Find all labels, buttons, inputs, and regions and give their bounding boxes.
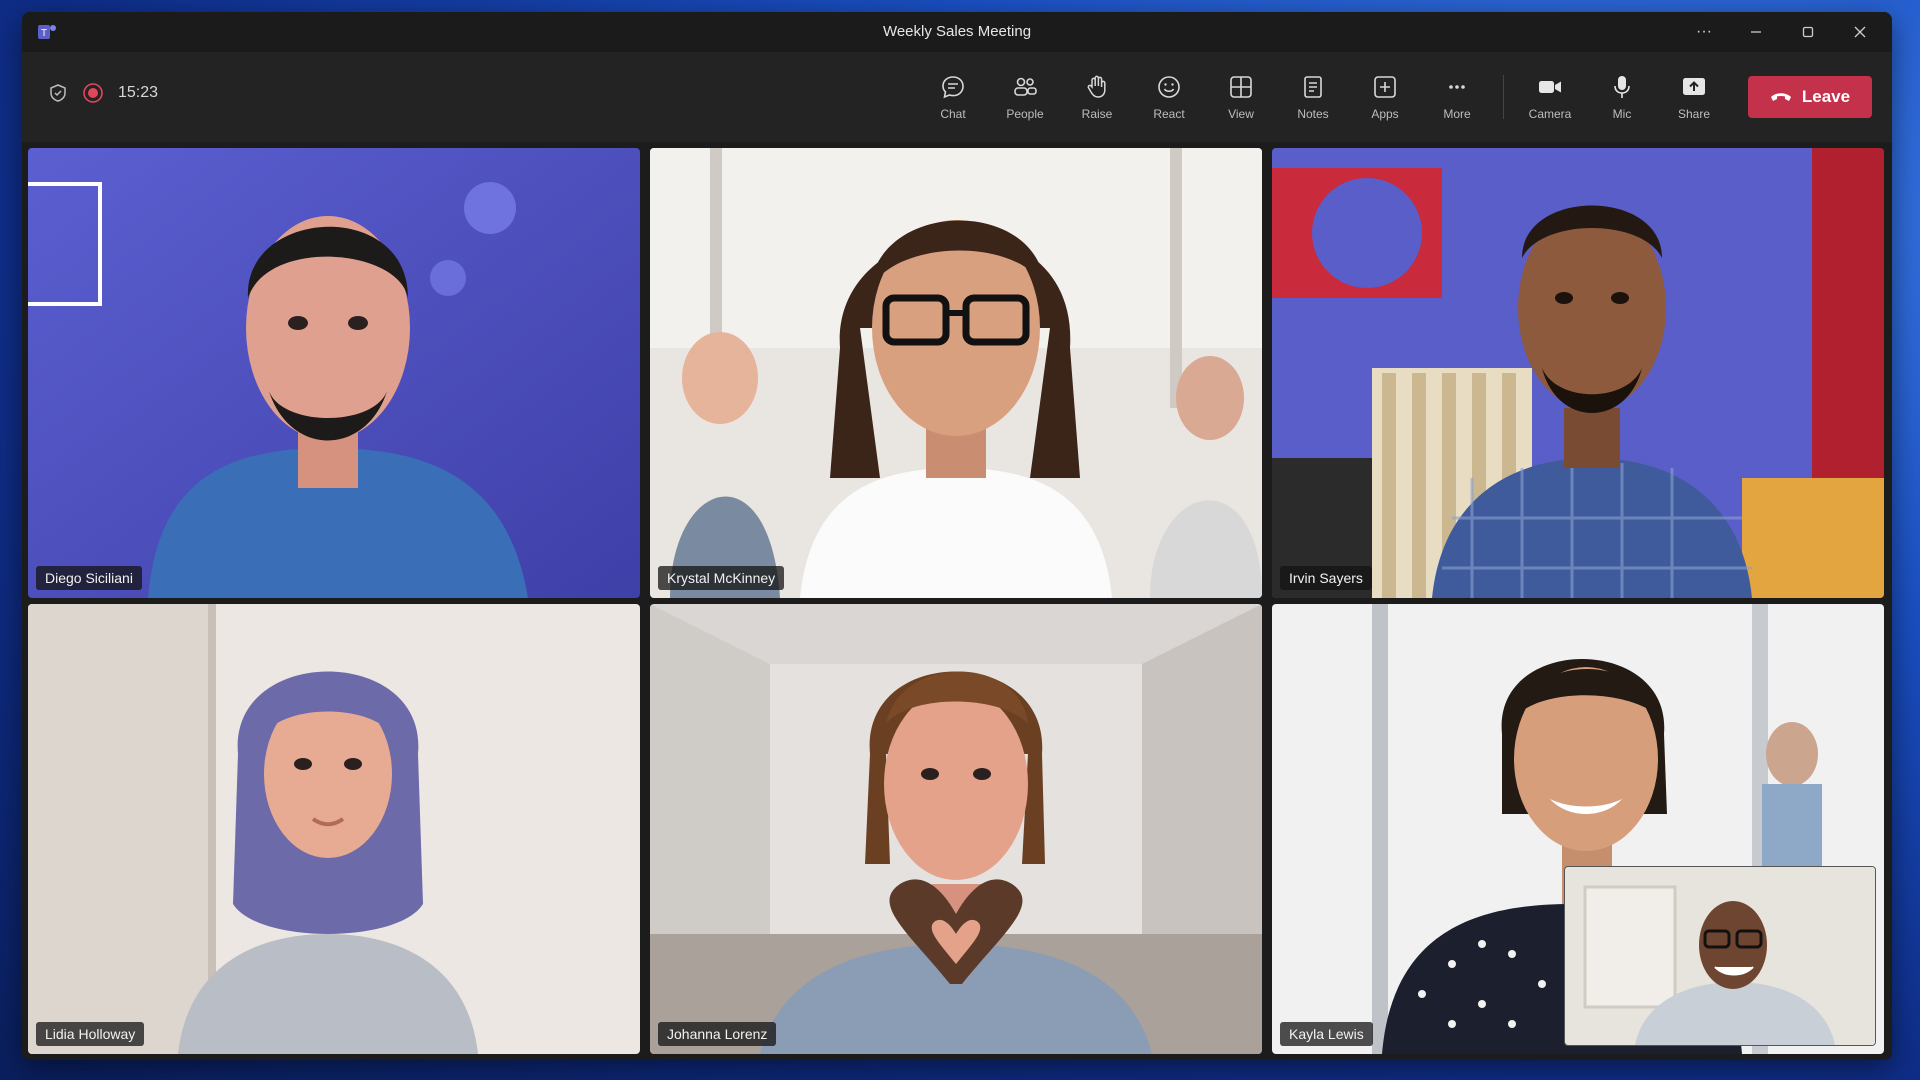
participant-name: Irvin Sayers (1280, 566, 1372, 590)
people-icon (1014, 77, 1037, 96)
participant-name: Johanna Lorenz (658, 1022, 777, 1046)
participant-tile[interactable]: Lidia Holloway (28, 604, 640, 1054)
recording-icon[interactable] (82, 82, 104, 104)
people-label: People (1006, 107, 1044, 121)
close-button[interactable] (1834, 12, 1886, 52)
chat-button[interactable]: Chat (917, 64, 989, 130)
self-view-pip[interactable] (1564, 866, 1876, 1046)
avatar-video (28, 148, 640, 598)
leave-button[interactable]: Leave (1748, 76, 1872, 118)
camera-video (650, 148, 1262, 598)
participant-tile[interactable]: Kayla Lewis (1272, 604, 1884, 1054)
chat-icon (942, 76, 964, 99)
participant-name: Diego Siciliani (36, 566, 142, 590)
meeting-toolbar: 15:23 Chat People Raise React View Notes… (22, 52, 1892, 142)
apps-button[interactable]: Apps (1349, 64, 1421, 130)
maximize-button[interactable] (1782, 12, 1834, 52)
people-button[interactable]: People (989, 64, 1061, 130)
minimize-icon (1751, 31, 1761, 33)
title-bar: T Weekly Sales Meeting ··· (22, 12, 1892, 52)
leave-label: Leave (1801, 87, 1851, 106)
share-button[interactable]: Share (1658, 64, 1730, 130)
self-view-video (1565, 867, 1875, 1045)
phone-hangup-icon (1770, 93, 1791, 101)
smile-icon (1158, 76, 1180, 98)
minimize-button[interactable] (1730, 12, 1782, 52)
apps-label: Apps (1371, 107, 1399, 121)
maximize-icon (1802, 26, 1814, 38)
share-label: Share (1677, 107, 1711, 121)
grid-icon (1230, 76, 1252, 98)
participant-name: Krystal McKinney (658, 566, 785, 590)
raise-label: Raise (1081, 107, 1113, 121)
notes-button[interactable]: Notes (1277, 64, 1349, 130)
camera-label: Camera (1528, 107, 1572, 121)
more-button[interactable]: More (1421, 64, 1493, 130)
window-title: Weekly Sales Meeting (882, 23, 1032, 40)
share-icon (1683, 78, 1705, 95)
mic-icon (1614, 76, 1630, 98)
avatar-video (1272, 148, 1884, 598)
meeting-window: T Weekly Sales Meeting ··· 15:23 Chat Pe… (22, 12, 1892, 1060)
view-button[interactable]: View (1205, 64, 1277, 130)
camera-icon (1539, 81, 1561, 93)
plus-square-icon (1374, 76, 1396, 98)
participant-name: Lidia Holloway (36, 1022, 145, 1046)
mic-label: Mic (1612, 107, 1632, 121)
mic-button[interactable]: Mic (1586, 64, 1658, 130)
shield-icon[interactable] (48, 83, 68, 103)
toolbar-divider (1503, 75, 1504, 119)
video-grid: Diego Siciliani Krystal McKinney Irvin S… (22, 142, 1892, 1060)
participant-tile[interactable]: Irvin Sayers (1272, 148, 1884, 598)
more-options-button[interactable]: ··· (1678, 12, 1730, 52)
react-button[interactable]: React (1133, 64, 1205, 130)
hand-icon (1087, 75, 1106, 98)
more-label: More (1443, 107, 1471, 121)
notes-icon (1304, 76, 1322, 98)
ellipsis-icon (1449, 85, 1465, 89)
close-icon (1854, 26, 1866, 38)
participant-tile-active-speaker[interactable]: Krystal McKinney (650, 148, 1262, 598)
avatar-video (28, 604, 640, 1054)
view-label: View (1228, 107, 1254, 121)
participant-tile[interactable]: Diego Siciliani (28, 148, 640, 598)
react-label: React (1153, 107, 1185, 121)
participant-tile[interactable]: Johanna Lorenz (650, 604, 1262, 1054)
raise-hand-button[interactable]: Raise (1061, 64, 1133, 130)
meeting-timer: 15:23 (118, 84, 159, 101)
chat-label: Chat (940, 107, 966, 121)
camera-button[interactable]: Camera (1514, 64, 1586, 130)
notes-label: Notes (1297, 107, 1329, 121)
participant-name: Kayla Lewis (1280, 1022, 1373, 1046)
avatar-video (650, 604, 1262, 1054)
